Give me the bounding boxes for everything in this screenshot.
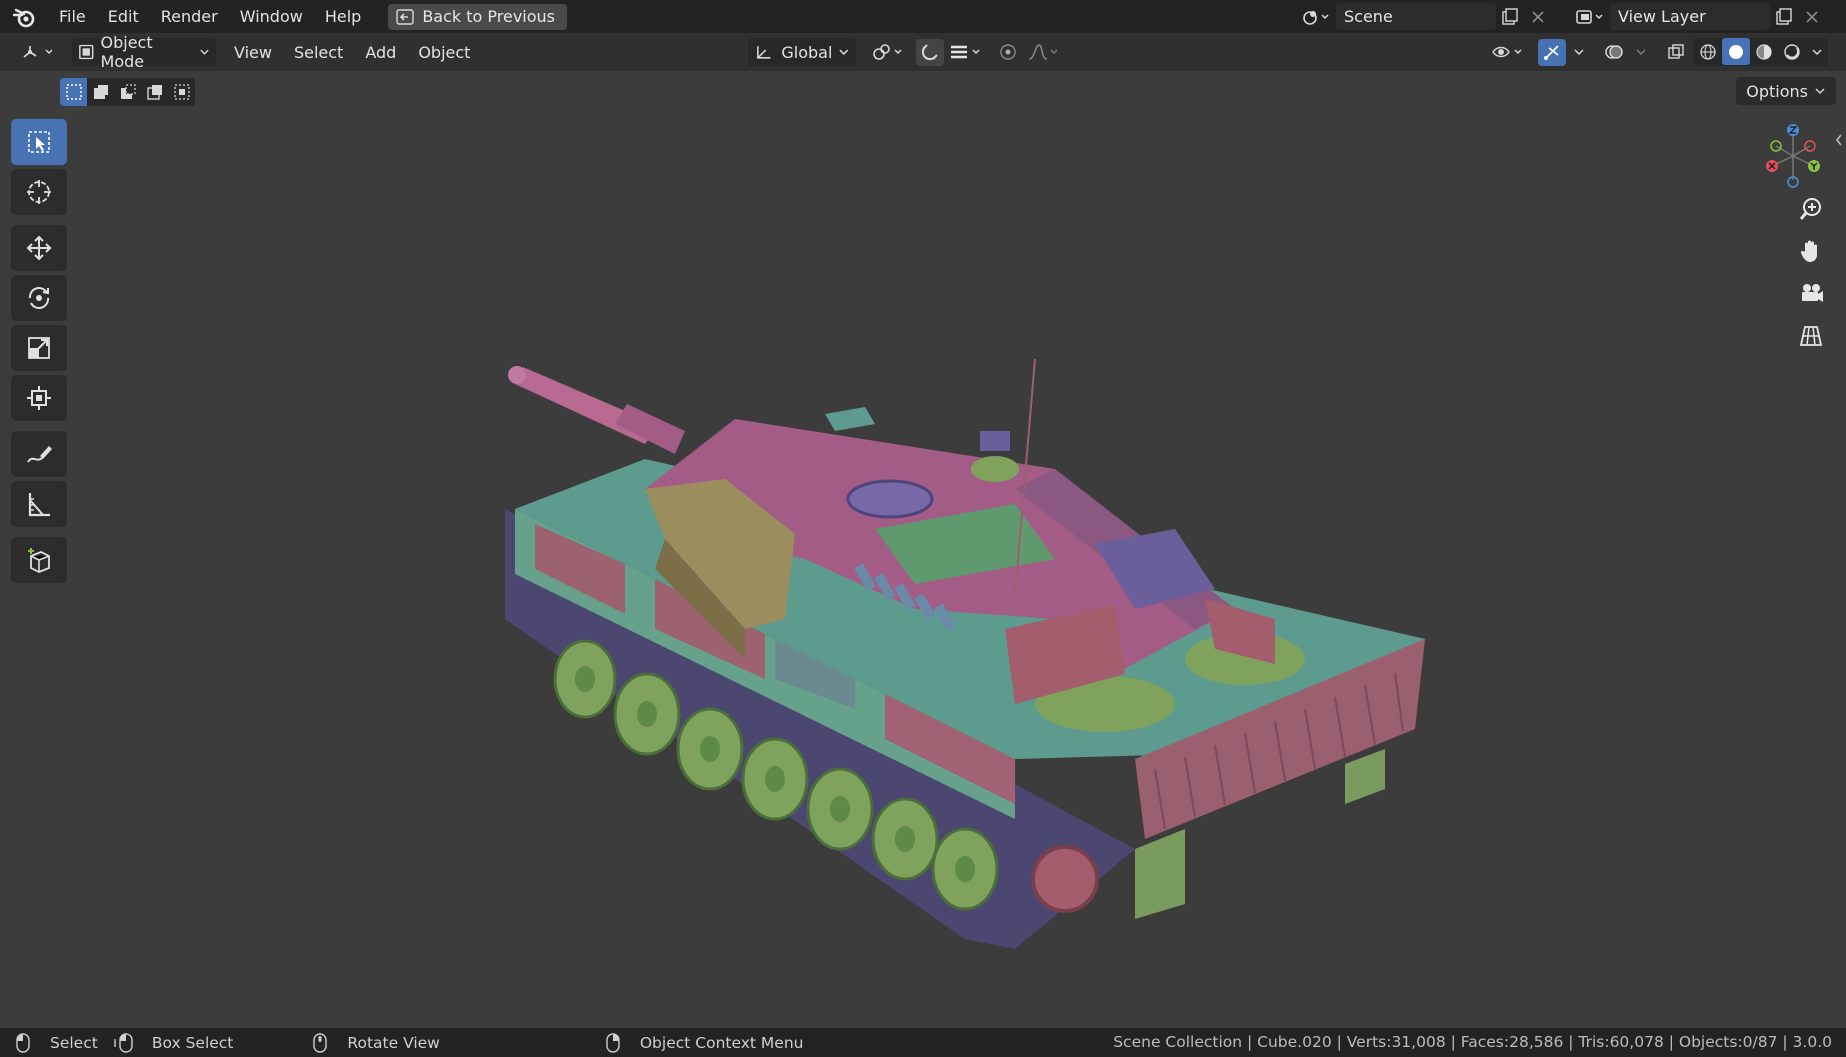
visibility-selectability-icon[interactable] bbox=[1488, 39, 1530, 66]
select-new-icon[interactable] bbox=[60, 78, 87, 106]
rotate-view-hint: Rotate View bbox=[313, 1032, 440, 1053]
context-menu-hint: Object Context Menu bbox=[606, 1032, 804, 1053]
overlays-toggle-icon[interactable] bbox=[1600, 39, 1628, 66]
viewport-header: Object Mode View Select Add Object Globa… bbox=[0, 33, 1846, 71]
falloff-icon[interactable] bbox=[1024, 39, 1064, 66]
chevron-down-icon bbox=[839, 49, 849, 55]
header-menu-view[interactable]: View bbox=[228, 38, 278, 66]
view-layer-name-field[interactable]: View Layer bbox=[1610, 3, 1770, 30]
rotate-view-hint-label: Rotate View bbox=[347, 1033, 440, 1052]
editor-type-icon bbox=[23, 46, 53, 58]
editor-type-dropdown[interactable] bbox=[14, 38, 62, 66]
rendered-shading-icon[interactable] bbox=[1778, 38, 1806, 65]
pan-hand-icon[interactable] bbox=[1792, 232, 1830, 270]
mode-dropdown[interactable]: Object Mode bbox=[72, 33, 216, 71]
context-menu-hint-label: Object Context Menu bbox=[639, 1033, 804, 1052]
select-box-tool-icon[interactable] bbox=[11, 119, 67, 165]
back-arrow-icon bbox=[396, 8, 415, 25]
zoom-icon[interactable] bbox=[1792, 190, 1830, 228]
tank-model[interactable] bbox=[495, 359, 1425, 949]
menu-help[interactable]: Help bbox=[314, 0, 372, 33]
selection-mode-group bbox=[60, 78, 195, 106]
header-menu-add[interactable]: Add bbox=[359, 38, 402, 66]
transform-tool-icon[interactable] bbox=[11, 375, 67, 421]
menu-window[interactable]: Window bbox=[229, 0, 314, 33]
top-menu-bar: File Edit Render Window Help Back to Pre… bbox=[0, 0, 1846, 33]
menu-edit[interactable]: Edit bbox=[97, 0, 150, 33]
scene-statistics: Scene Collection | Cube.020 | Verts:31,0… bbox=[1113, 1033, 1832, 1051]
menu-render[interactable]: Render bbox=[150, 0, 229, 33]
scene-delete-icon[interactable] bbox=[1524, 3, 1552, 30]
select-extend-icon[interactable] bbox=[87, 78, 114, 106]
view-layer-browse-icon[interactable] bbox=[1570, 3, 1610, 30]
add-cube-tool-icon[interactable] bbox=[11, 537, 67, 583]
back-to-previous-label: Back to Previous bbox=[422, 7, 556, 26]
options-label: Options bbox=[1746, 81, 1808, 101]
chevron-down-icon bbox=[1815, 88, 1825, 95]
header-menu-select[interactable]: Select bbox=[288, 38, 349, 66]
material-preview-shading-icon[interactable] bbox=[1750, 38, 1778, 65]
camera-view-icon[interactable] bbox=[1792, 274, 1830, 312]
scene-new-icon[interactable] bbox=[1496, 3, 1524, 30]
select-intersect-icon[interactable] bbox=[168, 78, 195, 106]
3d-viewport[interactable] bbox=[0, 71, 1846, 1028]
navigation-gizmo[interactable] bbox=[1762, 122, 1824, 190]
object-mode-icon bbox=[79, 44, 94, 60]
mouse-drag-icon bbox=[114, 1032, 133, 1053]
annotate-tool-icon[interactable] bbox=[11, 431, 67, 477]
wireframe-shading-icon[interactable] bbox=[1694, 38, 1722, 65]
shading-mode-group bbox=[1694, 38, 1828, 66]
perspective-toggle-icon[interactable] bbox=[1792, 316, 1830, 354]
view-layer-selector: View Layer bbox=[1570, 3, 1826, 30]
gizmo-toggle-icon[interactable] bbox=[1538, 38, 1566, 66]
status-bar: Select Box Select Rotate View Object Con… bbox=[0, 1028, 1846, 1057]
menu-file[interactable]: File bbox=[48, 0, 97, 33]
chevron-down-icon bbox=[200, 49, 209, 55]
select-subtract-icon[interactable] bbox=[114, 78, 141, 106]
options-dropdown[interactable]: Options bbox=[1736, 77, 1836, 105]
view-layer-new-icon[interactable] bbox=[1770, 3, 1798, 30]
select-invert-icon[interactable] bbox=[141, 78, 168, 106]
snap-toggle-icon[interactable] bbox=[916, 38, 944, 66]
pivot-point-icon[interactable] bbox=[868, 39, 908, 66]
scene-name-field[interactable]: Scene bbox=[1336, 3, 1496, 30]
box-select-hint: Box Select bbox=[114, 1032, 234, 1053]
orientation-label: Global bbox=[781, 42, 833, 62]
snap-target-icon[interactable] bbox=[946, 39, 988, 66]
mouse-right-icon bbox=[606, 1032, 620, 1053]
solid-shading-icon[interactable] bbox=[1722, 38, 1750, 65]
header-menu-object[interactable]: Object bbox=[412, 38, 476, 66]
rotate-tool-icon[interactable] bbox=[11, 275, 67, 321]
mouse-middle-icon bbox=[313, 1032, 328, 1053]
xray-toggle-icon[interactable] bbox=[1662, 39, 1690, 66]
scale-tool-icon[interactable] bbox=[11, 325, 67, 371]
measure-tool-icon[interactable] bbox=[11, 481, 67, 527]
proportional-editing-icon[interactable] bbox=[994, 39, 1022, 66]
overlays-dropdown-icon[interactable] bbox=[1628, 39, 1654, 66]
cursor-tool-icon[interactable] bbox=[11, 169, 67, 215]
sidebar-toggle-icon[interactable] bbox=[1834, 132, 1844, 151]
mode-label: Object Mode bbox=[100, 33, 153, 71]
shading-dropdown-icon[interactable] bbox=[1806, 38, 1828, 65]
select-hint: Select bbox=[16, 1032, 98, 1053]
gizmo-dropdown-icon[interactable] bbox=[1566, 39, 1592, 66]
view-layer-delete-icon[interactable] bbox=[1798, 3, 1826, 30]
move-tool-icon[interactable] bbox=[11, 225, 67, 271]
orientation-dropdown[interactable]: Global bbox=[748, 38, 856, 66]
orientation-icon bbox=[757, 46, 771, 59]
box-select-hint-label: Box Select bbox=[151, 1033, 234, 1052]
back-to-previous-button[interactable]: Back to Previous bbox=[388, 3, 568, 30]
tool-shelf bbox=[11, 119, 67, 587]
blender-logo-icon[interactable] bbox=[10, 3, 38, 31]
select-hint-label: Select bbox=[50, 1033, 98, 1052]
scene-selector: Scene bbox=[1296, 3, 1552, 30]
scene-browse-icon[interactable] bbox=[1296, 3, 1336, 30]
mouse-left-icon bbox=[16, 1032, 30, 1053]
